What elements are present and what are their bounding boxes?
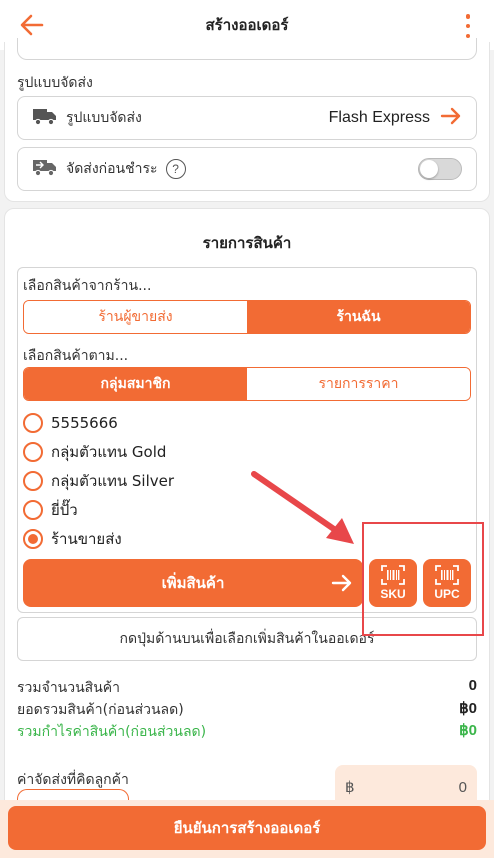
radio-group-wholesale[interactable]: ร้านขายส่ง (23, 527, 122, 551)
subtotal-row: ยอดรวมสินค้า(ก่อนส่วนลด) ฿0 (17, 699, 477, 721)
profit-value: ฿0 (459, 722, 477, 739)
total-qty-row: รวมจำนวนสินค้า 0 (17, 677, 477, 699)
cod-truck-icon (32, 157, 58, 181)
profit-label: รวมกำไรค่าสินค้า(ก่อนส่วนลด) (17, 724, 207, 740)
add-product-button[interactable]: เพิ่มสินค้า (23, 559, 363, 607)
highlight-box (362, 522, 484, 636)
products-heading: รายการสินค้า (202, 234, 292, 252)
radio-button[interactable] (23, 442, 43, 462)
subtotal-label: ยอดรวมสินค้า(ก่อนส่วนลด) (17, 702, 184, 718)
shipping-fee-value: 0 (458, 778, 467, 796)
select-from-shop-label: เลือกสินค้าจากร้าน... (23, 278, 152, 294)
radio-label: กลุ่มตัวแทน Silver (51, 472, 175, 490)
radio-button[interactable] (23, 413, 43, 433)
currency-symbol: ฿ (345, 779, 355, 796)
tab-price-list[interactable]: รายการราคา (247, 368, 470, 400)
radio-label: 5555666 (51, 414, 118, 432)
shop-tabs: ร้านผู้ขายส่ง ร้านฉัน (23, 300, 471, 334)
radio-label: ยี่ปั๊ว (51, 501, 78, 519)
annotation-arrow (251, 471, 354, 544)
truck-icon (32, 106, 58, 130)
tab-wholesaler-shop[interactable]: ร้านผู้ขายส่ง (24, 301, 247, 333)
shipping-method-select[interactable]: รูปแบบจัดส่ง Flash Express (17, 96, 477, 140)
add-product-label: เพิ่มสินค้า (161, 574, 225, 592)
radio-button-selected[interactable] (23, 529, 43, 549)
radio-group-gold[interactable]: กลุ่มตัวแทน Gold (23, 440, 166, 464)
products-card: รายการสินค้า เลือกสินค้าจากร้าน... ร้านผ… (4, 208, 490, 819)
subtotal-value: ฿0 (459, 700, 477, 717)
shipping-method-value: Flash Express (328, 109, 430, 126)
shipping-card: รูปแบบจัดส่ง รูปแบบจัดส่ง Flash Express … (4, 38, 490, 202)
confirm-order-button[interactable]: ยืนยันการสร้างออเดอร์ (8, 806, 486, 850)
select-by-label: เลือกสินค้าตาม... (23, 348, 129, 364)
cod-row: จัดส่งก่อนชำระ ? (17, 147, 477, 191)
radio-group-silver[interactable]: กลุ่มตัวแทน Silver (23, 469, 174, 493)
radio-label: กลุ่มตัวแทน Gold (51, 443, 167, 461)
radio-label: ร้านขายส่ง (51, 530, 122, 548)
arrow-right-icon (440, 106, 462, 130)
radio-button[interactable] (23, 500, 43, 520)
clipped-field (17, 38, 477, 60)
total-qty-label: รวมจำนวนสินค้า (17, 680, 121, 696)
page-title: สร้างออเดอร์ (205, 16, 289, 34)
shipping-fee-label: ค่าจัดส่งที่คิดลูกค้า (17, 772, 129, 788)
bottom-bar: ยืนยันการสร้างออเดอร์ (0, 800, 494, 858)
profit-row: รวมกำไรค่าสินค้า(ก่อนส่วนลด) ฿0 (17, 721, 477, 743)
back-arrow-icon[interactable] (18, 12, 46, 38)
more-vertical-icon[interactable] (464, 14, 472, 38)
shipping-section-label: รูปแบบจัดส่ง (17, 75, 93, 91)
shipping-method-label: รูปแบบจัดส่ง (66, 110, 142, 126)
help-icon[interactable]: ? (165, 159, 186, 179)
arrow-right-icon (331, 572, 353, 598)
total-qty-value: 0 (468, 677, 477, 694)
radio-group-yipua[interactable]: ยี่ปั๊ว (23, 498, 78, 522)
tab-member-group[interactable]: กลุ่มสมาชิก (24, 368, 247, 400)
tab-my-shop[interactable]: ร้านฉัน (247, 301, 470, 333)
select-by-tabs: กลุ่มสมาชิก รายการราคา (23, 367, 471, 401)
radio-button[interactable] (23, 471, 43, 491)
cod-label: จัดส่งก่อนชำระ (66, 161, 158, 177)
radio-group-5555666[interactable]: 5555666 (23, 411, 118, 435)
cod-toggle[interactable] (418, 158, 462, 180)
